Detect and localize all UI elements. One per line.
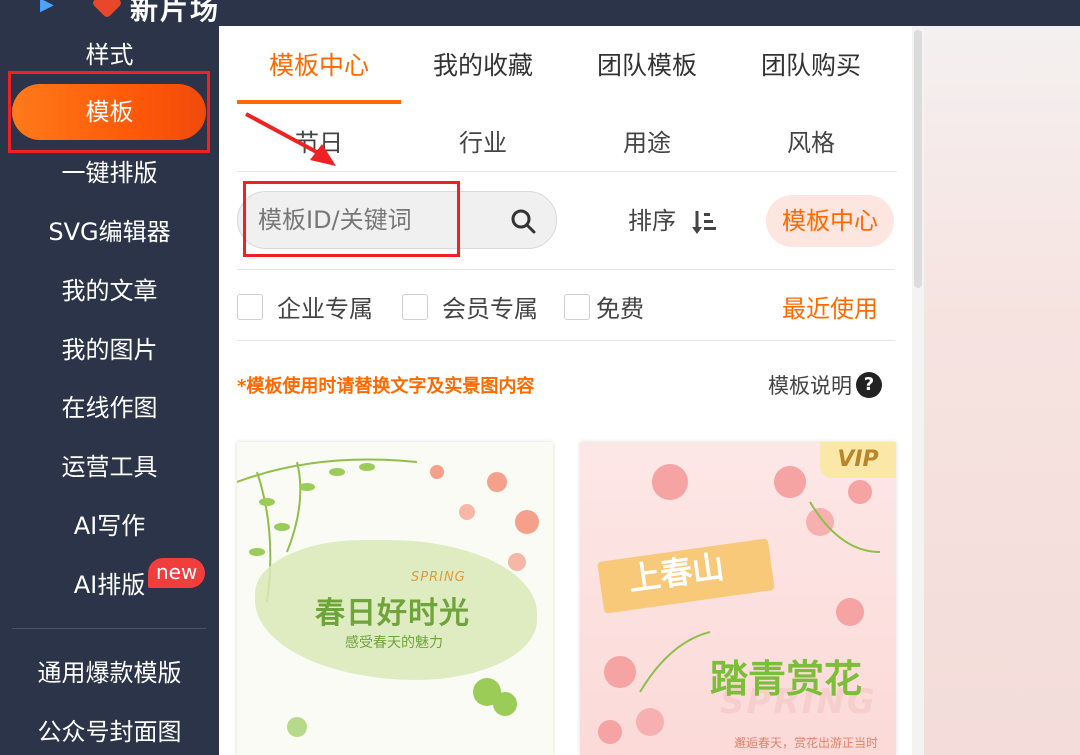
sidebar-item-label: AI写作 (73, 512, 146, 540)
sidebar-item-ai-writing[interactable]: AI写作 (0, 501, 219, 551)
template-help-link[interactable]: 模板说明? (768, 370, 882, 400)
sidebar-item-label: 模板 (85, 98, 134, 126)
category-usage[interactable]: 用途 (565, 104, 729, 172)
filter-label: 会员专属 (442, 295, 538, 323)
help-label: 模板说明 (768, 374, 852, 398)
app-title: 新片场 (130, 0, 221, 26)
sidebar-item-label: SVG编辑器 (48, 218, 171, 246)
tab-my-favorites[interactable]: 我的收藏 (401, 26, 565, 104)
sidebar-item-label: 通用爆款模版 (37, 659, 182, 687)
canvas-background (924, 26, 1080, 755)
filter-enterprise[interactable]: 企业专属 (237, 286, 373, 332)
filter-label: 企业专属 (277, 295, 373, 323)
card-subtitle: 邂逅春天，赏花出游正当时 (734, 736, 879, 750)
usage-notice: *模板使用时请替换文字及实景图内容 (237, 376, 535, 397)
sort-order-icon (691, 211, 716, 234)
divider (237, 269, 895, 270)
card-title: 春日好时光 (315, 596, 470, 631)
checkbox[interactable] (237, 294, 263, 320)
sidebar-item-online-design[interactable]: 在线作图 (0, 383, 219, 433)
scrollbar-thumb[interactable] (914, 30, 922, 288)
filter-free[interactable]: 免费 (564, 286, 644, 332)
logo-icon (91, 0, 123, 19)
highlight-box-search (243, 181, 460, 257)
template-card[interactable]: SPRING 春日好时光 感受春天的魅力 (237, 442, 553, 755)
sidebar-item-ai-layout[interactable]: AI排版 new (0, 558, 219, 610)
sidebar-item-label: AI排版 (73, 571, 146, 599)
template-card-vip[interactable]: VIP 上春山 SPRING 踏青赏花 邂逅春天，赏花出游正当时 (580, 442, 896, 755)
sidebar-item-one-click-layout[interactable]: 一键排版 (0, 148, 219, 198)
sidebar-item-label: 在线作图 (61, 394, 158, 422)
card-spring-text: SPRING (411, 570, 466, 585)
tab-team-purchase[interactable]: 团队购买 (729, 26, 893, 104)
template-center-button[interactable]: 模板中心 (766, 195, 894, 247)
sort-button[interactable]: 排序 (628, 196, 718, 246)
new-badge: new (148, 558, 206, 588)
sidebar-item-svg-editor[interactable]: SVG编辑器 (0, 207, 219, 257)
category-industry[interactable]: 行业 (401, 104, 565, 172)
sidebar-item-hot-templates[interactable]: 通用爆款模版 (0, 648, 219, 698)
back-arrow-icon[interactable]: ▶ (40, 0, 54, 15)
search-icon[interactable] (510, 208, 536, 234)
divider (237, 340, 895, 341)
sidebar-item-ops-tools[interactable]: 运营工具 (0, 442, 219, 492)
filter-label: 免费 (596, 295, 644, 323)
sidebar-item-label: 我的图片 (61, 336, 158, 364)
sidebar-divider (12, 628, 206, 629)
annotation-arrow-icon (245, 112, 336, 166)
recent-used-link[interactable]: 最近使用 (782, 286, 878, 332)
tab-team-templates[interactable]: 团队模板 (565, 26, 729, 104)
sidebar-item-label: 样式 (85, 41, 134, 69)
sort-label: 排序 (628, 207, 676, 235)
sidebar-item-label: 一键排版 (61, 159, 158, 187)
filter-member[interactable]: 会员专属 (402, 286, 538, 332)
sidebar-item-label: 运营工具 (61, 453, 158, 481)
category-style[interactable]: 风格 (729, 104, 893, 172)
card-subtitle: 感受春天的魅力 (345, 635, 443, 651)
checkbox[interactable] (564, 294, 590, 320)
sidebar-item-my-articles[interactable]: 我的文章 (0, 266, 219, 316)
card-title: 踏青赏花 (710, 657, 863, 701)
vip-badge: VIP (820, 442, 896, 478)
sidebar-item-my-images[interactable]: 我的图片 (0, 325, 219, 375)
top-bar: ▶ 新片场 (0, 0, 1080, 26)
tab-bar: 模板中心 我的收藏 团队模板 团队购买 (237, 26, 897, 104)
question-icon: ? (856, 372, 882, 398)
tab-template-center[interactable]: 模板中心 (237, 26, 401, 104)
checkbox[interactable] (402, 294, 428, 320)
sidebar-item-label: 我的文章 (61, 277, 158, 305)
sidebar-item-cover-image[interactable]: 公众号封面图 (0, 707, 219, 755)
sidebar-item-label: 公众号封面图 (37, 718, 182, 746)
